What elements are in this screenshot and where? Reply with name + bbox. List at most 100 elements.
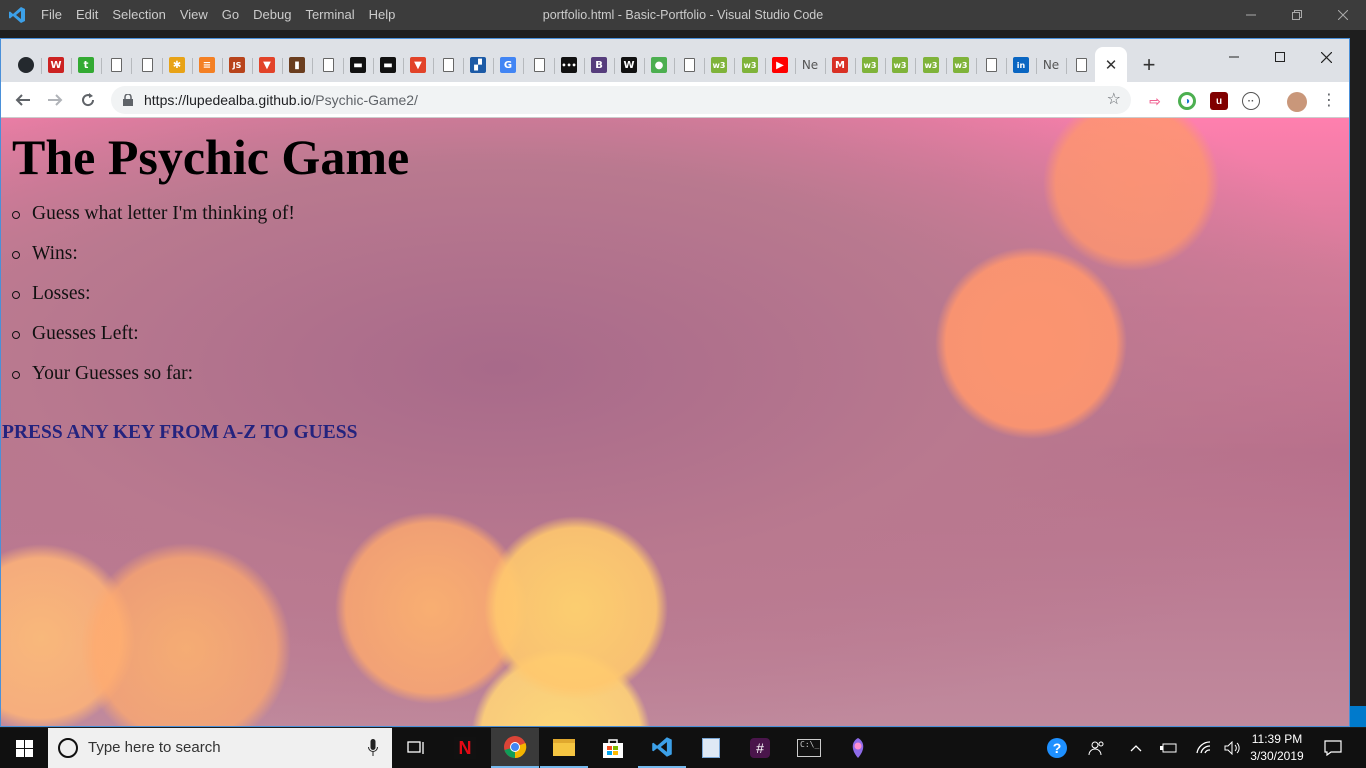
browser-tab[interactable]: w3 [857,53,883,77]
chrome-maximize-button[interactable] [1257,43,1303,71]
menu-view[interactable]: View [173,0,215,30]
browser-tab[interactable]: t [73,53,99,77]
taskbar-search-box[interactable]: Type here to search [48,728,392,768]
browser-tab[interactable]: ▮ [284,53,310,77]
chrome-icon[interactable] [491,728,539,768]
browser-tab[interactable]: w3 [948,53,974,77]
browser-tab[interactable]: w3 [706,53,732,77]
browser-tab[interactable]: Ne [1038,53,1064,77]
browser-tab[interactable]: ≡ [194,53,220,77]
browser-tab[interactable] [526,53,552,77]
browser-tab[interactable] [13,53,39,77]
tab-separator [433,58,434,74]
chevron-up-icon[interactable] [1124,728,1148,768]
browser-tab[interactable]: ▶ [767,53,793,77]
reload-button[interactable] [75,87,101,113]
terminal-icon: ▬ [350,57,366,73]
bookmark-star-icon[interactable]: ☆ [1107,86,1121,114]
vscode-restore-button[interactable] [1274,0,1320,30]
browser-tab[interactable]: W [43,53,69,77]
browser-tab[interactable]: ▞ [465,53,491,77]
browser-tab[interactable] [103,53,129,77]
new-tab-button[interactable]: + [1137,52,1161,77]
browser-tab[interactable]: ✱ [164,53,190,77]
tab-separator [614,58,615,74]
vscode-minimize-button[interactable] [1228,0,1274,30]
tab-separator [976,58,977,74]
menu-debug[interactable]: Debug [246,0,298,30]
browser-tab[interactable] [1068,53,1094,77]
browser-tab[interactable]: W [616,53,642,77]
wifi-icon[interactable] [1190,728,1216,768]
store-icon[interactable] [589,728,637,768]
browser-tab[interactable]: ▼ [405,53,431,77]
address-bar[interactable]: https://lupedealba.github.io/Psychic-Gam… [111,86,1131,114]
volume-icon[interactable] [1220,728,1246,768]
browser-tab[interactable] [676,53,702,77]
menu-file[interactable]: File [34,0,69,30]
browser-tab[interactable]: ● [646,53,672,77]
chrome-menu-button[interactable]: ⋮ [1316,87,1342,113]
document-icon [442,58,454,72]
tab-close-icon[interactable]: ✕ [1105,56,1118,74]
browser-tab[interactable]: ▼ [254,53,280,77]
action-center-icon[interactable] [1318,728,1348,768]
menu-selection[interactable]: Selection [105,0,172,30]
paint-icon[interactable] [834,728,882,768]
browser-tab[interactable]: w3 [918,53,944,77]
browser-tab[interactable]: w3 [737,53,763,77]
browser-tab[interactable]: Ne [797,53,823,77]
vscode-close-button[interactable] [1320,0,1366,30]
help-icon[interactable]: ? [1042,728,1072,768]
browser-tab[interactable]: w3 [887,53,913,77]
browser-tab[interactable]: M [827,53,853,77]
terminal-icon[interactable]: C:\_ [785,728,833,768]
tab-separator [282,58,283,74]
extension-dots-icon[interactable]: ·· [1242,92,1260,110]
file-explorer-icon[interactable] [540,728,588,768]
game-stats-list: Guess what letter I'm thinking of! Wins:… [12,202,295,402]
browser-tab[interactable] [435,53,461,77]
tab-separator [704,58,705,74]
chrome-close-button[interactable] [1303,43,1349,71]
menu-edit[interactable]: Edit [69,0,105,30]
profile-avatar[interactable] [1287,92,1307,112]
start-button[interactable] [0,728,48,768]
tab-separator [855,58,856,74]
web-page-content: The Psychic Game Guess what letter I'm t… [1,118,1349,726]
browser-tab[interactable] [315,53,341,77]
slack-icon[interactable]: # [736,728,784,768]
extension-speed-icon[interactable]: ◑ [1178,92,1196,110]
browser-tab[interactable]: ••• [556,53,582,77]
netflix-text-icon: Ne [801,58,819,72]
people-icon[interactable] [1082,728,1112,768]
menu-terminal[interactable]: Terminal [298,0,361,30]
browser-tab[interactable] [134,53,160,77]
ublock-icon[interactable]: u [1210,92,1228,110]
extension-cast-icon[interactable]: ⇨ [1146,92,1164,110]
taskbar-clock[interactable]: 11:39 PM 3/30/2019 [1245,731,1309,765]
browser-tab[interactable]: in [1008,53,1034,77]
notepad-icon[interactable] [687,728,735,768]
browser-tab[interactable]: ▬ [345,53,371,77]
netflix-icon[interactable]: N [441,728,489,768]
forward-button[interactable] [42,87,68,113]
chrome-minimize-button[interactable] [1211,43,1257,71]
tab-separator [312,58,313,74]
browser-tab[interactable] [978,53,1004,77]
menu-go[interactable]: Go [215,0,246,30]
maximize-icon [1275,52,1285,62]
browser-tab[interactable]: JS [224,53,250,77]
browser-tab[interactable]: G [495,53,521,77]
menu-help[interactable]: Help [362,0,403,30]
task-view-icon[interactable] [392,728,440,768]
bullet-icon [12,291,20,299]
browser-tab[interactable]: ▬ [375,53,401,77]
browser-tab[interactable]: B [586,53,612,77]
battery-icon[interactable] [1156,728,1182,768]
active-tab[interactable]: ✕ [1095,47,1127,82]
status-bar-fragment [1350,706,1366,727]
vscode-icon[interactable] [638,728,686,768]
back-button[interactable] [10,87,36,113]
microphone-icon[interactable] [368,739,378,757]
